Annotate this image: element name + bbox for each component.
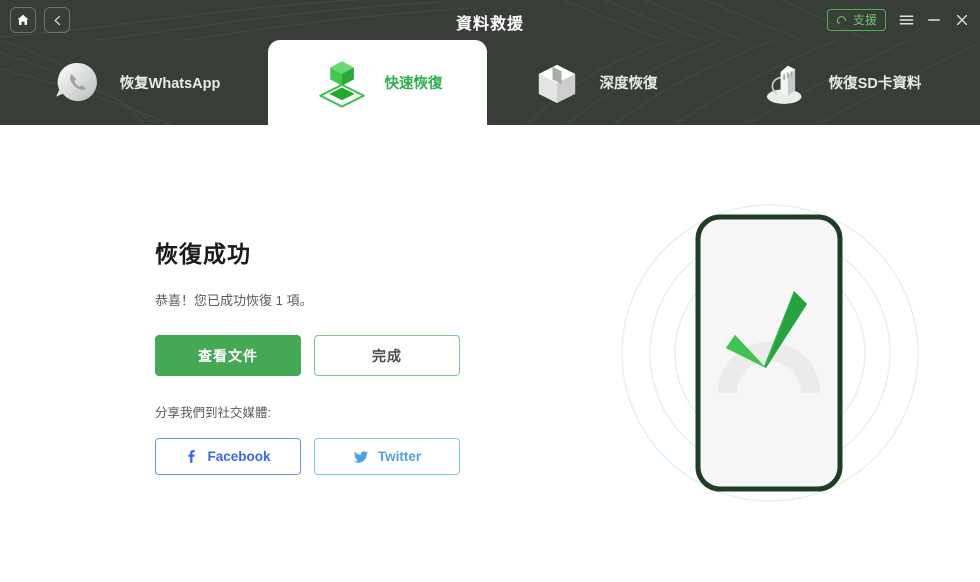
social-buttons: Facebook Twitter xyxy=(155,438,485,475)
home-icon xyxy=(17,14,29,25)
gray-open-box-icon xyxy=(538,64,575,103)
tab-bar: 恢复WhatsApp 快速恢復 深度恢復 恢復SD卡資料 xyxy=(0,40,980,125)
tab-label: 深度恢復 xyxy=(599,76,658,92)
close-button[interactable] xyxy=(954,12,970,28)
tab-list: 恢复WhatsApp 快速恢復 深度恢復 恢復SD卡資料 xyxy=(0,40,980,125)
twitter-share-button[interactable]: Twitter xyxy=(314,438,460,475)
twitter-bird-icon xyxy=(353,450,369,463)
share-label: 分享我們到社交媒體: xyxy=(155,406,271,420)
success-illustration-svg xyxy=(621,204,919,502)
finish-button[interactable]: 完成 xyxy=(314,335,460,376)
facebook-share-button[interactable]: Facebook xyxy=(155,438,301,475)
support-button[interactable]: 支援 xyxy=(826,9,886,31)
app-window: 資料救援 支援 恢复WhatsApp 快速恢復 深度恢復 恢復SD卡資料 恢復成… xyxy=(0,0,980,582)
tab-deep-recovery[interactable]: 深度恢復 xyxy=(487,40,698,125)
headset-support-icon xyxy=(836,16,847,24)
close-icon xyxy=(956,14,968,26)
chevron-left-icon xyxy=(53,15,60,25)
green-cube-platform-icon xyxy=(318,60,365,108)
phone-with-green-checkmark-illustration xyxy=(618,203,928,513)
tab-label: 恢復SD卡資料 xyxy=(828,76,922,92)
whatsapp-phone-bubble-icon xyxy=(55,62,97,101)
success-panel: 恢復成功 恭喜！您已成功恢復 1 項。 查看文件 完成 分享我們到社交媒體: F… xyxy=(155,235,485,475)
home-button[interactable] xyxy=(10,7,36,33)
twitter-label: Twitter xyxy=(377,449,422,464)
view-files-button[interactable]: 查看文件 xyxy=(155,335,301,376)
minimize-button[interactable] xyxy=(926,12,942,28)
support-label: 支援 xyxy=(852,12,877,27)
tab-label: 快速恢復 xyxy=(384,76,443,92)
success-title: 恢復成功 xyxy=(155,241,251,267)
back-button[interactable] xyxy=(44,7,70,33)
title-bar: 資料救援 支援 xyxy=(0,0,980,40)
tab-recover-sd-card[interactable]: 恢復SD卡資料 xyxy=(698,40,980,125)
sd-card-reader-icon xyxy=(766,65,802,104)
facebook-f-icon xyxy=(188,450,196,463)
facebook-label: Facebook xyxy=(207,449,271,464)
hamburger-menu-icon xyxy=(899,15,913,25)
minimize-icon xyxy=(928,19,940,21)
tab-recover-whatsapp[interactable]: 恢复WhatsApp xyxy=(0,40,268,125)
tab-label: 恢复WhatsApp xyxy=(119,76,221,92)
success-subtitle: 恭喜！您已成功恢復 1 項。 xyxy=(155,293,313,308)
menu-button[interactable] xyxy=(898,12,914,28)
progress-donut-hole xyxy=(737,361,801,425)
main-content: 恢復成功 恭喜！您已成功恢復 1 項。 查看文件 完成 分享我們到社交媒體: F… xyxy=(0,125,980,582)
tab-quick-recovery[interactable]: 快速恢復 xyxy=(268,40,487,125)
window-controls: 支援 xyxy=(826,0,970,40)
action-buttons: 查看文件 完成 xyxy=(155,335,485,376)
navigation-buttons xyxy=(10,7,70,33)
